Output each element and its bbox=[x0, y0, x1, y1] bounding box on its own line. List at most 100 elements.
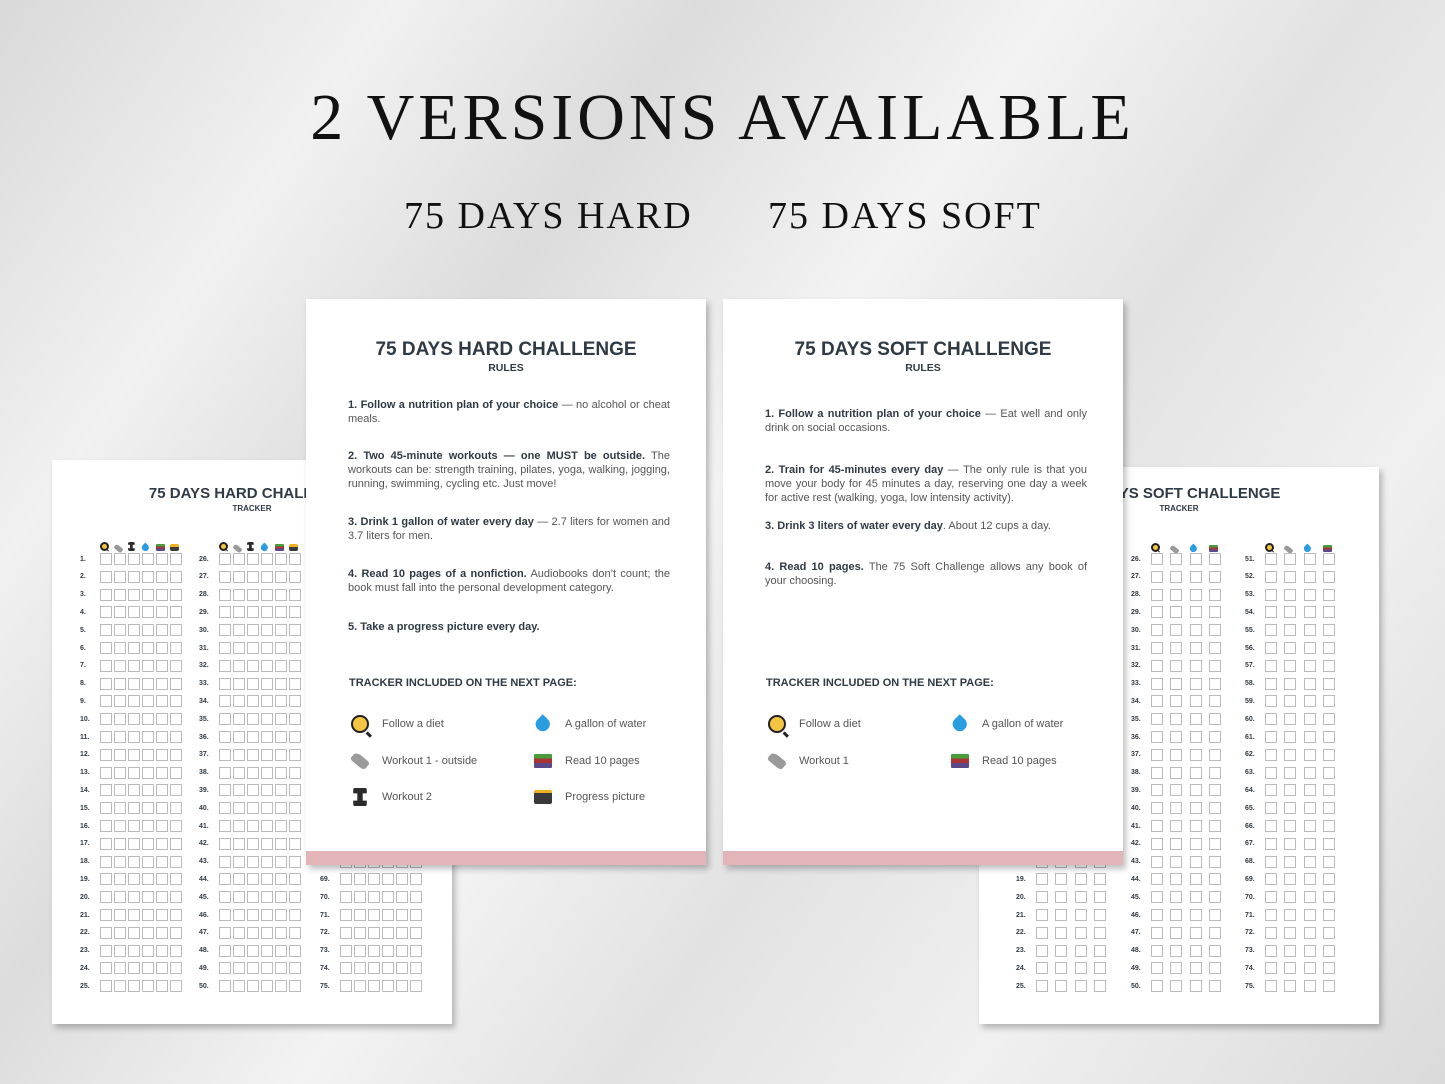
day-checkbox[interactable] bbox=[100, 766, 112, 779]
day-checkbox[interactable] bbox=[114, 659, 126, 672]
day-checkbox[interactable] bbox=[1322, 873, 1335, 886]
day-checkbox[interactable] bbox=[128, 748, 140, 761]
day-checkbox[interactable] bbox=[247, 980, 259, 993]
day-checkbox[interactable] bbox=[1303, 837, 1316, 850]
day-checkbox[interactable] bbox=[289, 748, 301, 761]
day-checkbox[interactable] bbox=[1303, 909, 1316, 921]
day-checkbox[interactable] bbox=[261, 731, 273, 743]
day-checkbox[interactable] bbox=[219, 926, 231, 939]
day-checkbox[interactable] bbox=[1189, 873, 1202, 886]
day-checkbox[interactable] bbox=[354, 926, 366, 939]
day-checkbox[interactable] bbox=[1189, 944, 1202, 957]
day-checkbox[interactable] bbox=[100, 677, 112, 690]
day-checkbox[interactable] bbox=[156, 624, 168, 637]
day-checkbox[interactable] bbox=[1208, 766, 1221, 779]
day-checkbox[interactable] bbox=[170, 855, 182, 868]
day-checkbox[interactable] bbox=[1189, 570, 1202, 583]
day-checkbox[interactable] bbox=[368, 891, 380, 904]
day-checkbox[interactable] bbox=[1284, 642, 1297, 654]
day-checkbox[interactable] bbox=[354, 873, 366, 886]
day-checkbox[interactable] bbox=[275, 944, 287, 957]
day-checkbox[interactable] bbox=[368, 873, 380, 886]
day-checkbox[interactable] bbox=[156, 695, 168, 708]
day-checkbox[interactable] bbox=[1151, 748, 1163, 761]
day-checkbox[interactable] bbox=[128, 837, 140, 850]
day-checkbox[interactable] bbox=[1265, 570, 1277, 583]
day-checkbox[interactable] bbox=[1284, 624, 1297, 637]
day-checkbox[interactable] bbox=[114, 606, 126, 619]
day-checkbox[interactable] bbox=[1265, 837, 1277, 850]
day-checkbox[interactable] bbox=[114, 624, 126, 637]
day-checkbox[interactable] bbox=[170, 624, 182, 637]
day-checkbox[interactable] bbox=[289, 873, 301, 886]
day-checkbox[interactable] bbox=[1055, 909, 1068, 921]
day-checkbox[interactable] bbox=[1303, 553, 1316, 565]
day-checkbox[interactable] bbox=[1093, 891, 1106, 904]
day-checkbox[interactable] bbox=[219, 748, 231, 761]
day-checkbox[interactable] bbox=[219, 909, 231, 921]
day-checkbox[interactable] bbox=[289, 891, 301, 904]
day-checkbox[interactable] bbox=[1322, 642, 1335, 654]
day-checkbox[interactable] bbox=[142, 624, 154, 637]
day-checkbox[interactable] bbox=[1284, 606, 1297, 619]
day-checkbox[interactable] bbox=[1189, 731, 1202, 743]
day-checkbox[interactable] bbox=[100, 588, 112, 601]
day-checkbox[interactable] bbox=[261, 642, 273, 654]
day-checkbox[interactable] bbox=[1208, 784, 1221, 797]
day-checkbox[interactable] bbox=[1170, 606, 1183, 619]
day-checkbox[interactable] bbox=[1284, 855, 1297, 868]
day-checkbox[interactable] bbox=[261, 766, 273, 779]
day-checkbox[interactable] bbox=[247, 570, 259, 583]
day-checkbox[interactable] bbox=[100, 962, 112, 975]
day-checkbox[interactable] bbox=[1265, 820, 1277, 832]
day-checkbox[interactable] bbox=[219, 944, 231, 957]
day-checkbox[interactable] bbox=[1208, 588, 1221, 601]
day-checkbox[interactable] bbox=[156, 909, 168, 921]
day-checkbox[interactable] bbox=[382, 891, 394, 904]
day-checkbox[interactable] bbox=[1322, 766, 1335, 779]
day-checkbox[interactable] bbox=[1151, 784, 1163, 797]
day-checkbox[interactable] bbox=[289, 926, 301, 939]
day-checkbox[interactable] bbox=[100, 570, 112, 583]
day-checkbox[interactable] bbox=[170, 909, 182, 921]
day-checkbox[interactable] bbox=[340, 909, 352, 921]
day-checkbox[interactable] bbox=[354, 909, 366, 921]
day-checkbox[interactable] bbox=[1036, 926, 1048, 939]
day-checkbox[interactable] bbox=[233, 962, 245, 975]
day-checkbox[interactable] bbox=[1151, 677, 1163, 690]
day-checkbox[interactable] bbox=[142, 802, 154, 815]
day-checkbox[interactable] bbox=[156, 873, 168, 886]
day-checkbox[interactable] bbox=[275, 962, 287, 975]
day-checkbox[interactable] bbox=[247, 731, 259, 743]
day-checkbox[interactable] bbox=[142, 677, 154, 690]
day-checkbox[interactable] bbox=[100, 980, 112, 993]
day-checkbox[interactable] bbox=[1170, 659, 1183, 672]
day-checkbox[interactable] bbox=[1208, 891, 1221, 904]
day-checkbox[interactable] bbox=[275, 588, 287, 601]
day-checkbox[interactable] bbox=[233, 731, 245, 743]
day-checkbox[interactable] bbox=[1151, 570, 1163, 583]
day-checkbox[interactable] bbox=[1055, 962, 1068, 975]
day-checkbox[interactable] bbox=[1189, 926, 1202, 939]
day-checkbox[interactable] bbox=[247, 926, 259, 939]
day-checkbox[interactable] bbox=[1189, 766, 1202, 779]
day-checkbox[interactable] bbox=[142, 713, 154, 726]
day-checkbox[interactable] bbox=[247, 944, 259, 957]
day-checkbox[interactable] bbox=[396, 944, 408, 957]
day-checkbox[interactable] bbox=[128, 588, 140, 601]
day-checkbox[interactable] bbox=[233, 713, 245, 726]
day-checkbox[interactable] bbox=[219, 695, 231, 708]
day-checkbox[interactable] bbox=[1284, 980, 1297, 993]
day-checkbox[interactable] bbox=[219, 766, 231, 779]
day-checkbox[interactable] bbox=[1151, 855, 1163, 868]
day-checkbox[interactable] bbox=[156, 553, 168, 565]
day-checkbox[interactable] bbox=[1265, 909, 1277, 921]
day-checkbox[interactable] bbox=[275, 677, 287, 690]
day-checkbox[interactable] bbox=[1322, 909, 1335, 921]
day-checkbox[interactable] bbox=[368, 926, 380, 939]
day-checkbox[interactable] bbox=[233, 855, 245, 868]
day-checkbox[interactable] bbox=[1265, 891, 1277, 904]
day-checkbox[interactable] bbox=[275, 837, 287, 850]
day-checkbox[interactable] bbox=[142, 891, 154, 904]
day-checkbox[interactable] bbox=[275, 873, 287, 886]
